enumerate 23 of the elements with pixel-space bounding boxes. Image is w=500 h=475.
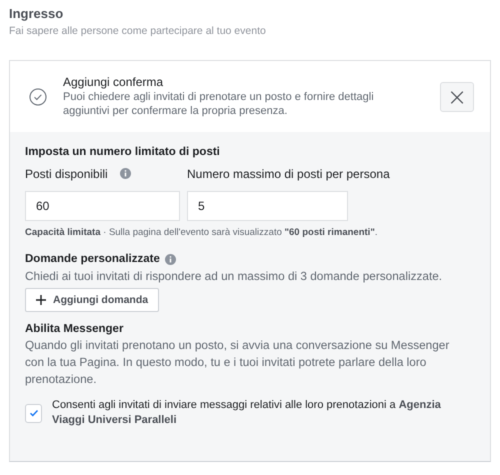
add-question-button[interactable]: Aggiungi domanda	[25, 288, 160, 312]
number-field[interactable]: 60	[25, 191, 180, 221]
close-button[interactable]: ×	[440, 82, 474, 112]
checkbox[interactable]	[25, 404, 42, 422]
rsvp-title: Aggiungi conferma	[63, 75, 164, 89]
info-icon	[120, 168, 131, 179]
questions-title: Domande personalizzate	[25, 253, 160, 265]
plus-icon	[36, 295, 46, 305]
check-circle-icon	[29, 88, 47, 106]
consent-label: Consenti agli invitati di inviare messaggi relativi alle loro prenotazioni a Agenzia Viaggi Universi Paralleli	[52, 398, 442, 428]
section-title: Ingresso	[9, 5, 64, 21]
capacity-note: Capacità limitata · Sulla pagina dell'evento sarà visualizzato "60 posti rimanenti".	[25, 227, 378, 238]
messenger-title: Abilita Messenger	[25, 323, 124, 335]
info-icon	[164, 254, 176, 264]
section-subtitle: Fai sapere alle persone come partecipare al tuo evento	[9, 25, 267, 37]
limit-title: Imposta un numero limitato di posti	[25, 146, 221, 158]
check-icon	[28, 408, 38, 418]
field-label: Numero massimo di posti per persona	[187, 166, 390, 180]
field-label: Posti disponibili	[25, 166, 108, 180]
questions-description: Chiedi ai tuoi invitati di rispondere ad un massimo di 3 domande personalizzate.	[25, 269, 444, 283]
messenger-description: Quando gli invitati prenotano un posto, si avvia una conversazione su Messenger con la tua Pagina. In questo modo, tu e i tuoi invitati potrete parlare della loro prenotazione.	[25, 337, 450, 388]
number-field[interactable]: 5	[187, 191, 348, 221]
rsvp-description: Puoi chiedere agli invitati di prenotare un posto e fornire dettagli aggiuntivi per confermare la propria presenza.	[63, 90, 375, 118]
